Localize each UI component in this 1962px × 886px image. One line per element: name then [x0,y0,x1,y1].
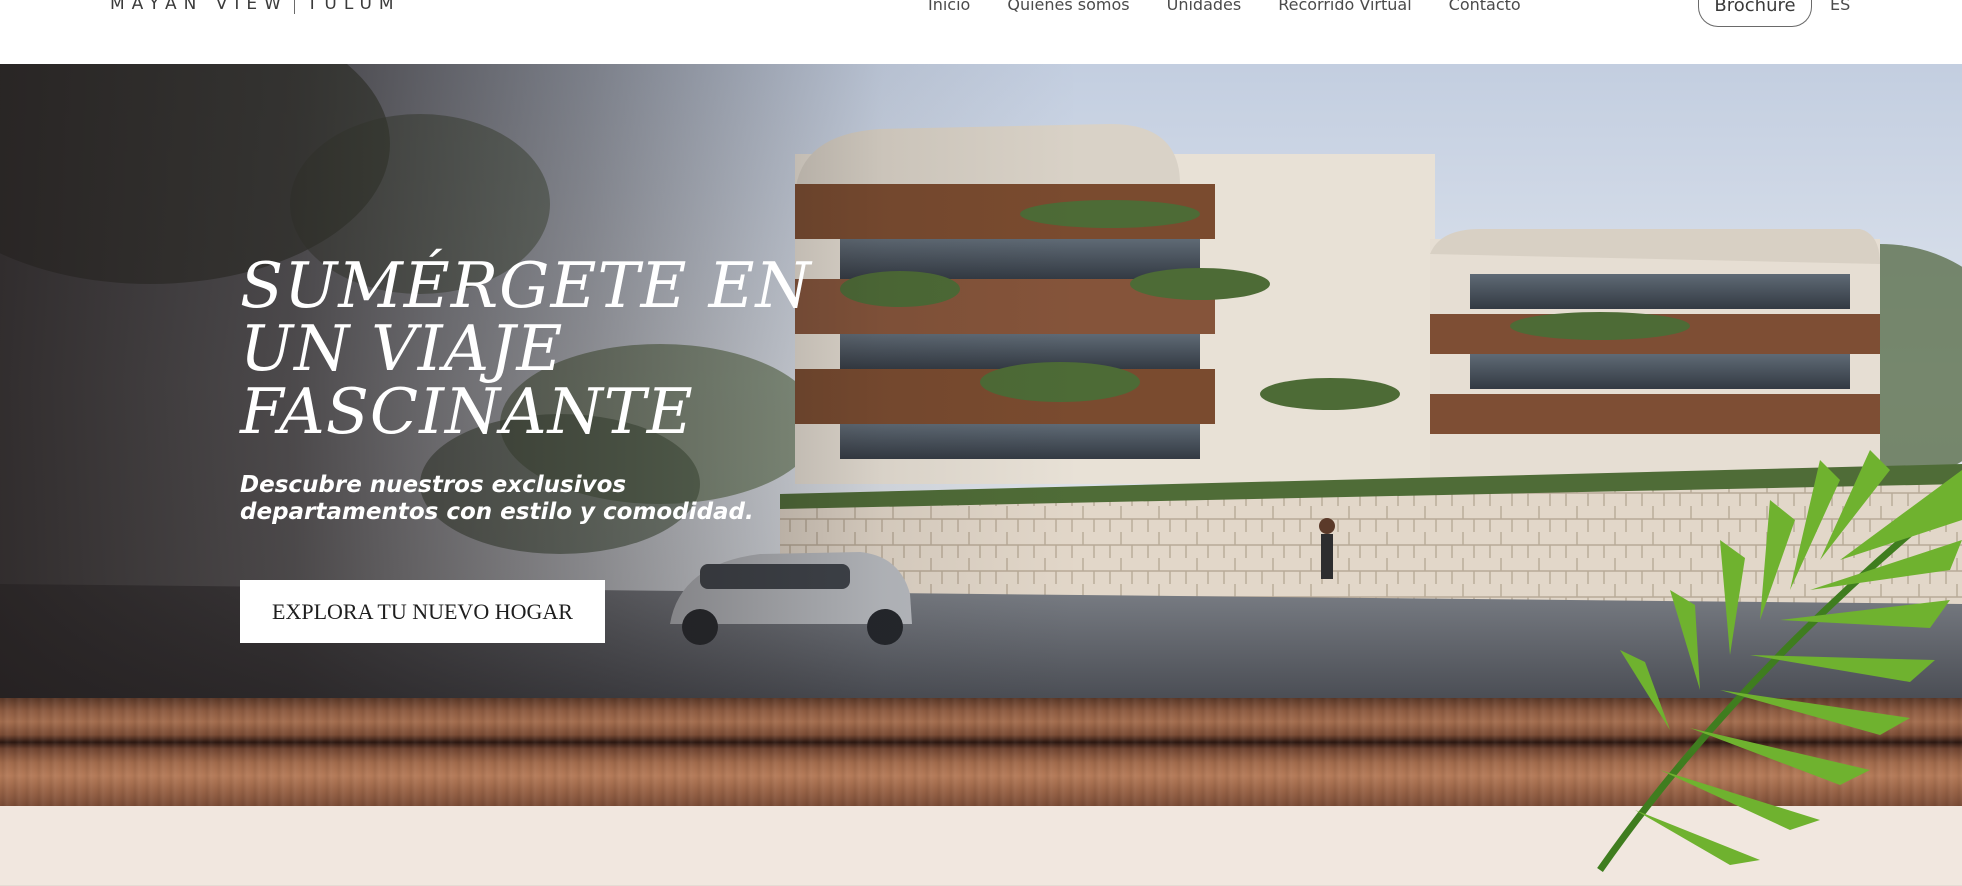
wood-band [0,698,1962,806]
nav-link-contacto[interactable]: Contacto [1449,0,1521,14]
explore-cta-button[interactable]: EXPLORA TU NUEVO HOGAR [240,580,605,643]
logo-text-right: TULUM [307,0,401,14]
nav-link-quienes-somos[interactable]: Quiénes somos [1007,0,1129,14]
logo[interactable]: MAYAN VIEW TULUM [110,0,401,16]
hero-title: SUMÉRGETE EN UN VIAJE FASCINANTE [240,249,812,448]
site-header: MAYAN VIEW TULUM Inicio Quiénes somos Un… [0,0,1962,64]
language-selector[interactable]: ES [1830,0,1850,16]
main-nav: Inicio Quiénes somos Unidades Recorrido … [928,0,1558,16]
brochure-button[interactable]: Brochure [1698,0,1812,27]
logo-divider [294,0,295,14]
nav-link-unidades[interactable]: Unidades [1167,0,1242,14]
nav-link-inicio[interactable]: Inicio [928,0,970,14]
nav-link-recorrido-virtual[interactable]: Recorrido Virtual [1278,0,1411,14]
hero-section: SUMÉRGETE EN UN VIAJE FASCINANTE Descubr… [0,64,1962,698]
hero-subtitle: Descubre nuestros exclusivos departament… [240,472,754,525]
logo-text-left: MAYAN VIEW [110,0,288,14]
next-section [0,806,1962,886]
